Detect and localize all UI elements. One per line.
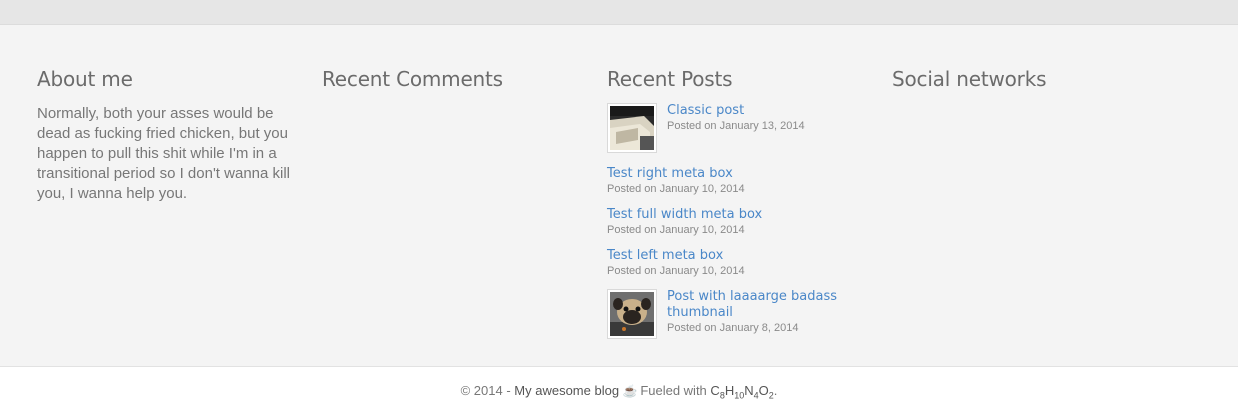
top-bar	[0, 0, 1238, 25]
recent-comments-widget: Recent Comments	[322, 66, 587, 92]
post-link[interactable]: Test right meta box	[607, 166, 872, 182]
post-link[interactable]: Post with laaaarge badass thumbnail	[667, 289, 867, 321]
post-date: Posted on January 8, 2014	[667, 322, 799, 334]
post-thumbnail[interactable]	[607, 289, 657, 339]
recent-posts-widget: Recent Posts Classic post Posted on Janu…	[607, 66, 872, 339]
caffeine-formula: C8H10N4O2	[710, 383, 774, 401]
site-footer: © 2014 - My awesome blog ☕ Fueled with C…	[0, 382, 1238, 405]
about-text: Normally, both your asses would be dead …	[37, 105, 291, 202]
footer-end: .	[773, 383, 778, 398]
footer-widgets: About me Normally, both your asses would…	[0, 25, 1238, 367]
recent-comments-title: Recent Comments	[322, 67, 503, 91]
post-date: Posted on January 13, 2014	[667, 120, 805, 132]
post-date: Posted on January 10, 2014	[607, 183, 745, 195]
recent-posts-title: Recent Posts	[607, 67, 733, 91]
post-link[interactable]: Test full width meta box	[607, 207, 872, 223]
post-thumbnail[interactable]	[607, 103, 657, 153]
blog-home-link[interactable]: My awesome blog	[514, 383, 619, 398]
post-link[interactable]: Test left meta box	[607, 248, 872, 264]
pug-thumbnail-image	[610, 292, 654, 336]
post-date: Posted on January 10, 2014	[607, 224, 745, 236]
post-date: Posted on January 10, 2014	[607, 265, 745, 277]
about-widget: About me Normally, both your asses would…	[37, 66, 302, 204]
fueled-text: Fueled with	[640, 383, 707, 398]
about-title: About me	[37, 67, 133, 91]
classic-thumbnail-image	[610, 106, 654, 150]
coffee-icon: ☕	[622, 384, 638, 398]
copyright-text: © 2014 -	[460, 383, 511, 398]
post-link[interactable]: Classic post	[667, 103, 867, 119]
social-networks-widget: Social networks	[892, 66, 1157, 92]
social-networks-title: Social networks	[892, 67, 1047, 91]
